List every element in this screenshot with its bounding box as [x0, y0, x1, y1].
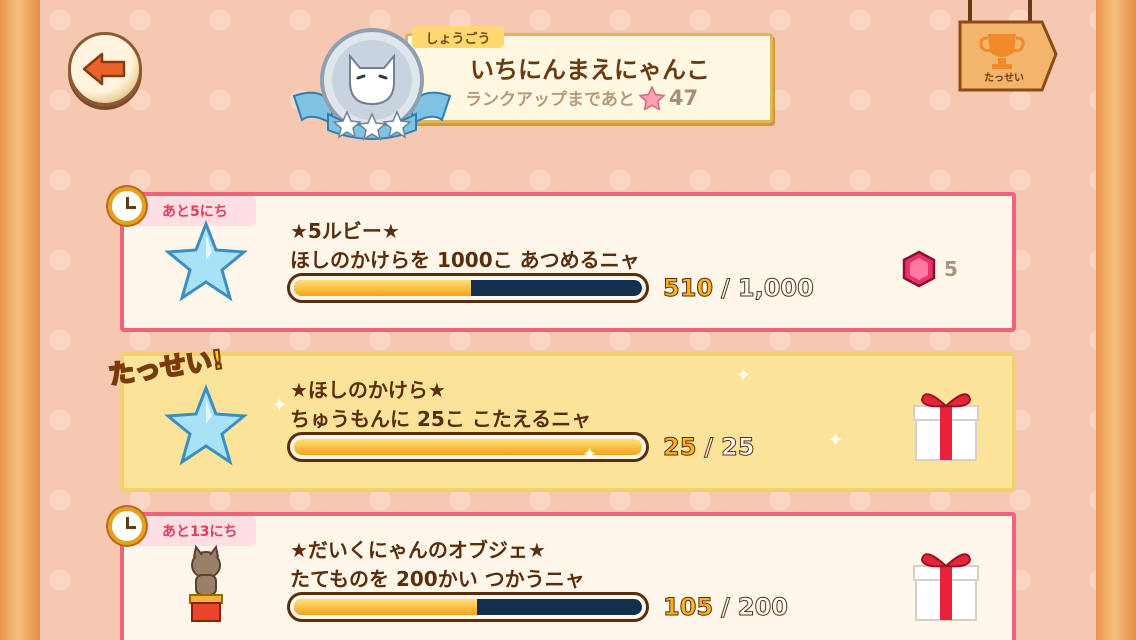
achievement-sign-button[interactable] [958, 0, 1058, 100]
progress-current: 105 [662, 593, 714, 622]
progress-separator: / [721, 593, 731, 622]
mission-title: ★だいくにゃんのオブジェ★ [290, 538, 546, 562]
rankup-info: ランクアップまであと 47 [465, 85, 698, 110]
mission-description: ほしのかけらを 1000こ あつめるニャ [290, 248, 640, 272]
reward-count: 5 [944, 257, 958, 281]
mission-description: ちゅうもんに 25こ こたえるニャ [290, 407, 592, 431]
progress-bar [287, 273, 649, 303]
progress-total: 25 [721, 433, 755, 462]
reward-ruby: 5 [900, 250, 958, 288]
progress-bar [287, 592, 649, 622]
progress-separator: / [721, 274, 731, 303]
clock-icon [108, 507, 146, 545]
star-shard-icon [164, 384, 248, 466]
progress-current: 510 [662, 274, 714, 303]
progress-text: 510 / 1,000 [662, 274, 814, 303]
sparkle-icon: ✦ [582, 444, 598, 465]
progress-total: 200 [737, 593, 788, 622]
progress-fill [294, 599, 477, 615]
sparkle-icon: ✦ [828, 430, 844, 451]
ruby-icon [902, 250, 936, 288]
back-arrow-icon [82, 52, 126, 86]
mission-title: ★ほしのかけら★ [290, 378, 446, 402]
progress-current: 25 [662, 433, 697, 462]
gift-box-icon[interactable] [910, 384, 982, 464]
sparkle-icon: ✦ [736, 365, 752, 386]
rankup-count: 47 [668, 85, 699, 110]
pink-star-icon [638, 85, 665, 110]
achievement-label: たっせい [984, 73, 1024, 84]
progress-fill [294, 280, 472, 296]
title-name: いちにんまえにゃんこ [470, 56, 710, 84]
progress-text: 25 / 25 [662, 433, 755, 462]
progress-text: 105 / 200 [662, 593, 788, 622]
clock-icon [108, 187, 146, 225]
mission-title: ★5ルビー★ [290, 219, 400, 243]
star-shard-icon [164, 220, 248, 302]
sparkle-icon: ✦ [272, 395, 288, 416]
progress-separator: / [704, 433, 714, 462]
carpenter-cat-statue-icon [189, 544, 223, 622]
progress-total: 1,000 [737, 274, 814, 303]
gift-box-icon[interactable] [910, 544, 982, 624]
back-button[interactable] [68, 32, 142, 106]
right-wood-frame [1096, 0, 1136, 640]
rank-medal-icon [292, 28, 452, 141]
left-wood-frame [0, 0, 40, 640]
mission-description: たてものを 200かい つかうニャ [290, 567, 585, 591]
rankup-label: ランクアップまであと [465, 90, 635, 110]
